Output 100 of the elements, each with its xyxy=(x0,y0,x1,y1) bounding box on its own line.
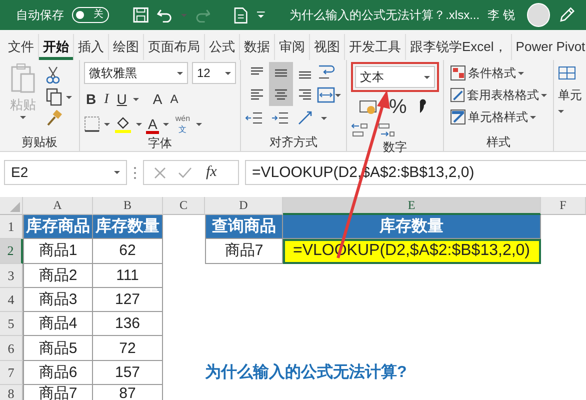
group-label: 对齐方式 xyxy=(268,134,318,151)
column-header[interactable]: D xyxy=(205,197,283,215)
table-cell: 62 xyxy=(93,239,163,264)
decrease-indent-icon[interactable] xyxy=(245,111,263,125)
cells-button[interactable]: 单元 xyxy=(558,84,582,106)
column-header[interactable]: F xyxy=(541,197,586,215)
caret-icon[interactable] xyxy=(335,94,341,96)
save-icon[interactable] xyxy=(133,7,149,23)
increase-decimal-icon[interactable] xyxy=(351,122,369,138)
row-header[interactable]: 8 xyxy=(0,385,23,400)
caret-icon[interactable] xyxy=(20,116,26,119)
increase-indent-icon[interactable] xyxy=(271,111,289,125)
table-cell: 商品5 xyxy=(23,336,93,361)
row-header[interactable]: 6 xyxy=(0,336,23,361)
note-heading: 为什么输入的公式无法计算? xyxy=(205,362,408,383)
check-icon[interactable] xyxy=(178,166,192,178)
column-header[interactable]: C xyxy=(163,197,205,215)
more-options-icon[interactable] xyxy=(133,166,137,180)
row-header[interactable]: 5 xyxy=(0,312,23,336)
cells-icon[interactable] xyxy=(558,66,576,80)
autosave-toggle[interactable]: 关 xyxy=(72,7,110,23)
decrease-decimal-icon[interactable] xyxy=(377,122,395,138)
row-header[interactable]: 2 xyxy=(0,239,23,264)
row-header[interactable]: 4 xyxy=(0,288,23,312)
table-header: 查询商品 xyxy=(205,215,283,240)
phonetic-label: wén xyxy=(175,114,190,123)
user-name: 李 锐 xyxy=(488,7,515,24)
column-header[interactable]: B xyxy=(93,197,163,215)
caret-icon[interactable] xyxy=(136,122,142,126)
border-icon[interactable] xyxy=(84,116,100,132)
caret-icon[interactable] xyxy=(196,122,202,126)
phonetic-button[interactable]: wén 文 xyxy=(173,114,192,134)
caret-icon[interactable] xyxy=(132,98,139,100)
table-cell: 商品6 xyxy=(23,360,93,386)
insert-function-button[interactable]: fx xyxy=(204,162,219,184)
table-cell: 72 xyxy=(93,336,163,361)
table-cell: 商品3 xyxy=(23,288,93,312)
autosave-label: 自动保存 xyxy=(16,7,64,24)
number-format-dropdown[interactable]: 文本 xyxy=(355,66,435,88)
caret-icon[interactable] xyxy=(66,96,72,98)
group-label: 样式 xyxy=(486,134,512,151)
group-label: 字体 xyxy=(147,135,173,152)
fill-color-icon[interactable] xyxy=(114,115,132,133)
document-title: 为什么输入的公式无法计算？.xlsx... xyxy=(290,7,480,24)
conditional-format-icon xyxy=(450,65,466,81)
group-label: 剪贴板 xyxy=(20,134,58,151)
table-cell: 商品2 xyxy=(23,264,93,288)
table-format-icon xyxy=(450,87,465,103)
table-cell: 87 xyxy=(93,385,163,400)
font-size-dropdown[interactable]: 12 xyxy=(192,62,236,84)
table-header: 库存商品 xyxy=(23,215,93,240)
caret-icon[interactable] xyxy=(558,110,564,113)
ribbon-tab[interactable]: Power Pivot xyxy=(512,34,586,60)
underline-button[interactable]: U xyxy=(114,88,129,110)
style-menu-button[interactable]: 单元格样式 xyxy=(448,106,549,128)
pen-icon[interactable] xyxy=(558,6,576,24)
accounting-icon[interactable] xyxy=(359,99,379,115)
table-cell: 商品1 xyxy=(23,239,93,264)
scissors-icon[interactable] xyxy=(46,66,60,84)
style-menu-button[interactable]: 条件格式 xyxy=(448,62,549,84)
decrease-font-button[interactable]: A xyxy=(168,88,180,110)
table-header: 库存数量 xyxy=(93,215,163,240)
table-cell: 商品4 xyxy=(23,312,93,336)
merge-icon[interactable] xyxy=(317,86,335,104)
caret-icon[interactable] xyxy=(163,122,170,126)
group-label: 数字 xyxy=(382,139,408,156)
align-middle-button[interactable] xyxy=(269,62,293,84)
table-cell: 136 xyxy=(93,312,163,336)
row-header[interactable]: 3 xyxy=(0,264,23,288)
row-header[interactable]: 7 xyxy=(0,360,23,386)
column-header[interactable]: A xyxy=(23,197,93,215)
font-color-button[interactable]: A xyxy=(146,114,160,134)
table-cell: 111 xyxy=(93,264,163,288)
table-cell: 127 xyxy=(93,288,163,312)
ribbon-tab[interactable]: 开始 xyxy=(39,34,74,60)
table-cell: 157 xyxy=(93,360,163,386)
undo-icon[interactable] xyxy=(156,7,173,23)
orientation-icon[interactable] xyxy=(297,110,313,126)
document-icon[interactable] xyxy=(234,6,248,24)
copy-icon[interactable] xyxy=(46,88,62,106)
column-header[interactable]: E xyxy=(283,197,541,215)
redo-icon xyxy=(194,7,210,23)
name-box[interactable]: E2 xyxy=(4,160,127,185)
style-menu-button[interactable]: 套用表格格式 xyxy=(448,84,549,106)
caret-icon[interactable] xyxy=(104,122,110,126)
italic-button[interactable]: I xyxy=(102,88,111,110)
row-header[interactable]: 1 xyxy=(0,215,23,240)
cell-style-icon xyxy=(450,109,466,125)
increase-font-button[interactable]: A xyxy=(150,88,164,110)
percent-button[interactable]: % xyxy=(387,96,409,118)
table-header: 库存数量 xyxy=(283,215,541,240)
caret-icon[interactable] xyxy=(321,116,327,120)
bold-button[interactable]: B xyxy=(84,88,98,110)
font-name-dropdown[interactable]: 微软雅黑 xyxy=(84,62,188,84)
avatar[interactable] xyxy=(526,3,550,27)
align-center-button[interactable] xyxy=(269,84,293,106)
table-cell: 商品7 xyxy=(23,385,93,400)
customize-icon[interactable] xyxy=(256,10,266,20)
format-painter-icon[interactable] xyxy=(46,110,62,126)
phonetic-character: 文 xyxy=(178,125,187,134)
